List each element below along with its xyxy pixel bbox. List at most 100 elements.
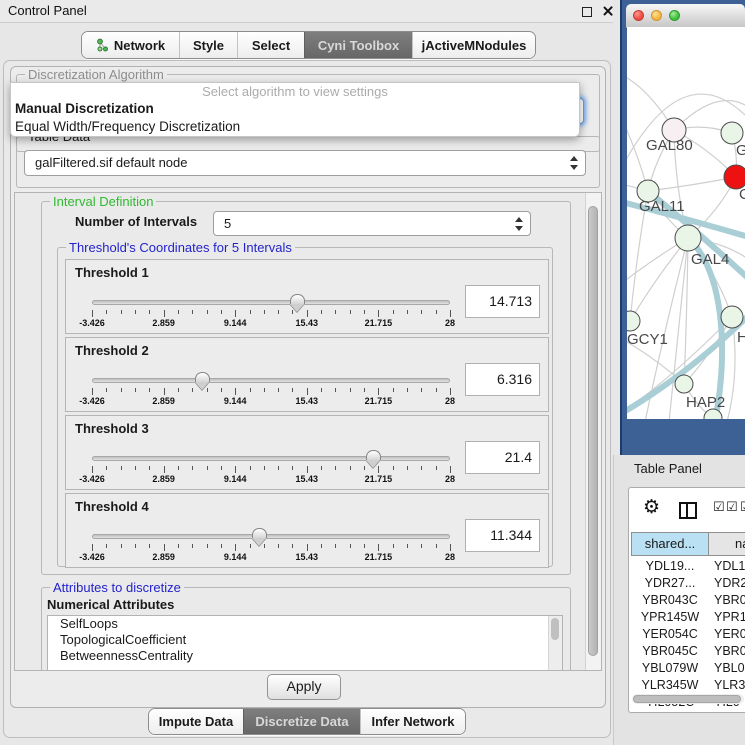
algorithm-dropdown-popup: Select algorithm to view settings Manual… — [10, 82, 580, 137]
tick-mark — [121, 466, 122, 470]
float-icon[interactable] — [582, 7, 592, 17]
close-icon[interactable] — [602, 5, 614, 17]
tick-mark — [321, 310, 322, 314]
slider-track[interactable] — [92, 378, 450, 383]
tab-impute-data[interactable]: Impute Data — [149, 709, 243, 734]
tab-cyni-toolbox[interactable]: Cyni Toolbox — [304, 32, 412, 58]
node-table-card: ⚙ ☑ ☑ ☑ shared... na YDL19...YDL1YDR27..… — [628, 487, 745, 713]
network-edge[interactable] — [648, 177, 736, 191]
list-item-selfloops[interactable]: SelfLoops — [48, 616, 562, 632]
table-row[interactable]: YER054CYER0 — [631, 626, 745, 643]
vertical-scrollbar[interactable] — [585, 193, 601, 670]
zoom-traffic-light-icon[interactable] — [669, 10, 680, 21]
table-data-combobox[interactable]: galFiltered.sif default node — [24, 150, 586, 176]
cell-shared-name[interactable]: YLR345W — [631, 677, 709, 694]
network-window-titlebar[interactable] — [626, 4, 745, 28]
tick-mark — [135, 310, 136, 314]
tick-label: -3.426 — [79, 396, 105, 406]
node-h[interactable] — [721, 306, 743, 328]
node-label: G — [736, 142, 745, 159]
slider-thumb[interactable] — [195, 372, 210, 382]
attributes-list-scrollbar[interactable] — [548, 616, 562, 671]
tab-network[interactable]: Network — [82, 32, 179, 58]
cell-shared-name[interactable]: YDL19... — [631, 558, 709, 575]
cell-shared-name[interactable]: YBR043C — [631, 592, 709, 609]
threshold-value-field[interactable]: 6.316 — [465, 363, 540, 396]
table-row[interactable]: YDL19...YDL1 — [631, 558, 745, 575]
cell-shared-name[interactable]: YDR27... — [631, 575, 709, 592]
tab-discretize-data[interactable]: Discretize Data — [243, 709, 360, 734]
dropdown-option-equal-width-frequency-discretization[interactable]: Equal Width/Frequency Discretization — [11, 118, 579, 136]
table-row[interactable]: YBL079WYBL0 — [631, 660, 745, 677]
tick-mark — [278, 310, 279, 314]
table-row[interactable]: YBR043CYBR0 — [631, 592, 745, 609]
tick-mark — [450, 310, 451, 317]
cell-name[interactable]: YER0 — [709, 626, 745, 643]
list-item-topologicalcoefficient[interactable]: TopologicalCoefficient — [48, 632, 562, 648]
node-gcy1[interactable] — [627, 311, 640, 331]
tick-mark — [207, 466, 208, 470]
checkbox-icon[interactable]: ☑ — [713, 500, 725, 515]
tick-mark — [149, 544, 150, 548]
network-canvas[interactable]: GAL80GCGAL11GAL4GCY1HHAP2 — [627, 27, 745, 419]
cell-name[interactable]: YBR0 — [709, 643, 745, 660]
tab-style[interactable]: Style — [179, 32, 237, 58]
tick-label: -3.426 — [79, 318, 105, 328]
slider-thumb[interactable] — [252, 528, 267, 538]
node-g[interactable] — [721, 122, 743, 144]
numerical-attributes-label: Numerical Attributes — [47, 597, 174, 612]
tick-mark — [436, 388, 437, 392]
dropdown-option-manual-discretization[interactable]: Manual Discretization — [11, 100, 579, 118]
table-row[interactable]: YLR345WYLR3 — [631, 677, 745, 694]
table-row[interactable]: YPR145WYPR1 — [631, 609, 745, 626]
threshold-value-field[interactable]: 21.4 — [465, 441, 540, 474]
table-row[interactable]: YDR27...YDR2 — [631, 575, 745, 592]
cell-name[interactable]: YBL0 — [709, 660, 745, 677]
tick-mark — [292, 466, 293, 470]
tab-infer-network[interactable]: Infer Network — [360, 709, 465, 734]
tick-mark — [292, 544, 293, 548]
checkbox-icon[interactable]: ☑ — [726, 500, 738, 515]
top-tab-bar: NetworkStyleSelectCyni ToolboxjActiveMNo… — [81, 31, 536, 59]
threshold-slider[interactable]: -3.4262.8599.14415.4321.71528 — [92, 300, 450, 332]
cell-name[interactable]: YDL1 — [709, 558, 745, 575]
minimize-traffic-light-icon[interactable] — [651, 10, 662, 21]
tab-jactivemnodules[interactable]: jActiveMNodules — [412, 32, 535, 58]
threshold-slider[interactable]: -3.4262.8599.14415.4321.71528 — [92, 534, 450, 566]
cell-shared-name[interactable]: YER054C — [631, 626, 709, 643]
threshold-value-field[interactable]: 11.344 — [465, 519, 540, 552]
horizontal-scrollbar[interactable] — [632, 694, 744, 704]
apply-button[interactable]: Apply — [267, 674, 341, 700]
scrollbar-thumb[interactable] — [588, 206, 598, 656]
slider-track[interactable] — [92, 300, 450, 305]
column-header-shared-name[interactable]: shared... — [631, 532, 709, 556]
threshold-slider[interactable]: -3.4262.8599.14415.4321.71528 — [92, 378, 450, 410]
cell-shared-name[interactable]: YBL079W — [631, 660, 709, 677]
slider-thumb[interactable] — [290, 294, 305, 304]
hscrollbar-thumb[interactable] — [633, 695, 741, 703]
table-row[interactable]: YBR045CYBR0 — [631, 643, 745, 660]
num-intervals-combobox[interactable]: 5 — [213, 211, 531, 236]
threshold-slider[interactable]: -3.4262.8599.14415.4321.71528 — [92, 456, 450, 488]
threshold-value-field[interactable]: 14.713 — [465, 285, 540, 318]
columns-icon[interactable] — [679, 502, 697, 519]
column-header-name[interactable]: na — [709, 532, 745, 556]
cell-name[interactable]: YLR3 — [709, 677, 745, 694]
cell-name[interactable]: YDR2 — [709, 575, 745, 592]
close-traffic-light-icon[interactable] — [633, 10, 644, 21]
slider-track[interactable] — [92, 456, 450, 461]
cell-name[interactable]: YBR0 — [709, 592, 745, 609]
node-gal4[interactable] — [675, 225, 701, 251]
attributes-list[interactable]: SelfLoopsTopologicalCoefficientBetweenne… — [47, 615, 563, 671]
slider-thumb[interactable] — [366, 450, 381, 460]
cell-shared-name[interactable]: YPR145W — [631, 609, 709, 626]
slider-track[interactable] — [92, 534, 450, 539]
cell-shared-name[interactable]: YBR045C — [631, 643, 709, 660]
tick-mark — [164, 466, 165, 473]
cell-name[interactable]: YPR1 — [709, 609, 745, 626]
node-hap2[interactable] — [675, 375, 693, 393]
gear-icon[interactable]: ⚙ — [643, 496, 660, 518]
checkbox-icon[interactable]: ☑ — [740, 500, 745, 515]
list-item-betweennesscentrality[interactable]: BetweennessCentrality — [48, 648, 562, 664]
tab-select[interactable]: Select — [237, 32, 304, 58]
